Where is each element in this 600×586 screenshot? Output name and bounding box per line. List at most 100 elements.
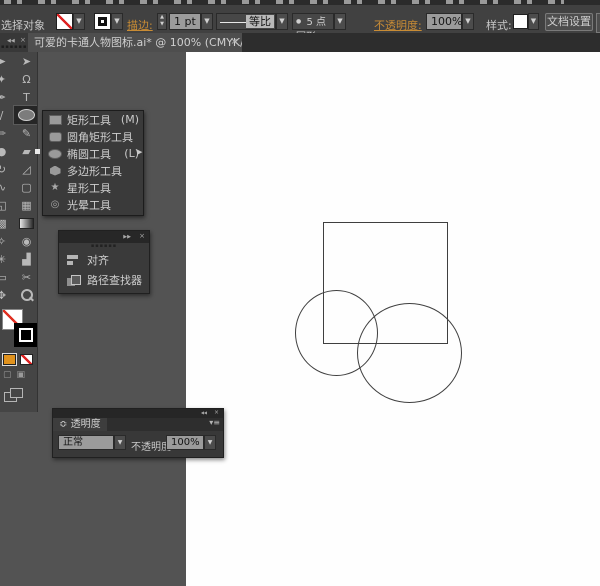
opacity-dropdown-arrow-icon[interactable]: ▼ — [462, 13, 474, 30]
menu-item-rounded-rectangle-tool[interactable]: 圆角矩形工具 — [43, 128, 143, 145]
stroke-weight-dropdown-arrow-icon[interactable]: ▼ — [201, 13, 213, 30]
rotate-tool-icon[interactable]: ↻ — [0, 160, 14, 178]
hand-tool-icon[interactable]: ✥ — [0, 286, 14, 304]
circle-shape-right[interactable] — [357, 303, 462, 403]
panel-opacity-arrow-icon[interactable]: ▼ — [204, 435, 216, 450]
brush-dropdown-arrow-icon[interactable]: ▼ — [334, 13, 346, 30]
pathfinder-panel-button[interactable]: 路径查找器 — [59, 270, 149, 290]
artboard-canvas[interactable] — [186, 52, 600, 586]
stroke-proxy[interactable] — [14, 323, 37, 347]
fill-dropdown-arrow-icon[interactable]: ▼ — [73, 13, 85, 30]
tool-row: ▭✂ — [0, 268, 37, 286]
menu-item-rectangle-tool[interactable]: 矩形工具 (M) — [43, 111, 143, 128]
draw-behind-icon[interactable]: ▣ — [17, 370, 26, 380]
stroke-weight-field[interactable]: 1 pt — [169, 13, 201, 30]
dock-drag-dots[interactable]: ▪▪▪▪▪▪ — [59, 243, 149, 250]
column-graph-tool-icon[interactable]: ▟ — [14, 250, 37, 268]
screen-mode-icon[interactable] — [4, 388, 23, 402]
document-tab-close-icon[interactable]: × — [230, 33, 238, 52]
pathfinder-icon — [67, 274, 81, 286]
magic-wand-tool-icon[interactable]: ✦ — [0, 70, 14, 88]
width-tool-icon[interactable]: ∿ — [0, 178, 14, 196]
transparency-close-icon[interactable]: × — [214, 409, 219, 416]
pen-tool-icon[interactable]: ✒ — [0, 88, 14, 106]
style-dropdown-arrow-icon[interactable]: ▼ — [528, 13, 539, 30]
style-label: 样式: — [486, 19, 512, 32]
flyout-tearoff-arrow-icon: ▶ — [137, 148, 143, 156]
dock-close-icon[interactable]: × — [139, 232, 145, 240]
panel-menu-icon[interactable]: ▾≡ — [209, 418, 220, 427]
mesh-tool-icon[interactable]: ▩ — [0, 214, 14, 232]
transparency-tab[interactable]: ≎ 透明度 — [53, 418, 107, 431]
direct-selection-tool-icon[interactable]: ➤ — [14, 52, 37, 70]
type-tool-icon[interactable]: T — [14, 88, 37, 106]
transparency-collapse-icon[interactable]: ◀◀ — [201, 410, 207, 415]
document-tab[interactable]: 可爱的卡通人物图标.ai* @ 100% (CMYK/预览) × — [28, 33, 242, 52]
line-segment-tool-icon[interactable]: ∕ — [0, 106, 14, 124]
tool-row: ▩ — [0, 214, 37, 232]
shape-builder-tool-icon[interactable]: ◱ — [0, 196, 14, 214]
blend-tool-icon[interactable]: ◉ — [14, 232, 37, 250]
ellipse-tool-icon[interactable] — [13, 105, 37, 125]
width-profile-value: 等比 — [246, 15, 274, 28]
toolbar-close-icon[interactable]: × — [20, 36, 26, 44]
stroke-weight-stepper[interactable]: ▲ ▼ — [157, 13, 167, 30]
stroke-profile-line-icon — [220, 22, 246, 23]
rounded-rectangle-tool-icon — [47, 131, 63, 142]
document-tab-title: 可爱的卡通人物图标.ai* @ 100% (CMYK/预览) — [34, 36, 242, 49]
clipped-edge-button[interactable] — [596, 13, 600, 33]
draw-normal-icon[interactable]: ▢ — [3, 370, 12, 380]
tool-row: ✧◉ — [0, 232, 37, 250]
blob-brush-tool-icon[interactable]: ● — [0, 142, 14, 160]
gradient-tool-icon[interactable] — [14, 214, 37, 232]
slice-tool-icon[interactable]: ✂ — [14, 268, 37, 286]
tool-row: ✥ — [0, 286, 37, 304]
brush-definition-dropdown[interactable]: ● 5 点圆形 — [292, 13, 334, 43]
blend-mode-dropdown[interactable]: 正常 — [58, 435, 114, 450]
dock-expand-icon[interactable]: ▶▶ — [123, 234, 131, 240]
stroke-panel-link[interactable]: 描边: — [127, 17, 153, 33]
star-tool-icon: ★ — [50, 182, 60, 193]
document-setup-button[interactable]: 文档设置 — [545, 13, 593, 31]
style-swatch[interactable] — [513, 14, 528, 29]
artboard-tool-icon[interactable]: ▭ — [0, 268, 14, 286]
menu-item-ellipse-tool[interactable]: 椭圆工具 (L) — [43, 145, 143, 162]
control-bar: 选择对象 ▼ ▼ 描边: ▲ ▼ 1 pt ▼ 等比 ▼ ● 5 点圆形 ▼ 不… — [0, 5, 600, 43]
opacity-field[interactable]: 100% — [426, 13, 462, 30]
tool-row: ✏✎ — [0, 124, 37, 142]
none-button[interactable] — [20, 354, 33, 365]
tool-row: ●▰ — [0, 142, 37, 160]
lasso-tool-icon[interactable]: Ω — [14, 70, 37, 88]
color-button[interactable] — [2, 353, 17, 366]
menu-item-flare-tool[interactable]: ◎ 光晕工具 — [43, 196, 143, 213]
selection-tool-icon[interactable]: ➤ — [0, 52, 14, 70]
menu-item-polygon-tool[interactable]: 多边形工具 — [43, 162, 143, 179]
stroke-color-swatch[interactable] — [94, 13, 111, 30]
zoom-tool-icon[interactable] — [14, 286, 37, 304]
tool-row: ➤➤ — [0, 52, 37, 70]
width-profile-dropdown[interactable]: 等比 — [216, 13, 276, 30]
fill-color-swatch[interactable] — [56, 13, 73, 30]
paintbrush-tool-icon[interactable]: ✏ — [0, 124, 14, 142]
color-mode-buttons — [2, 353, 37, 366]
align-panel-button[interactable]: 对齐 — [59, 250, 149, 270]
eyedropper-tool-icon[interactable]: ✧ — [0, 232, 14, 250]
scale-tool-icon[interactable]: ◿ — [14, 160, 37, 178]
stroke-dropdown-arrow-icon[interactable]: ▼ — [111, 13, 123, 30]
stepper-up-icon[interactable]: ▲ — [160, 14, 164, 20]
pencil-tool-icon[interactable]: ✎ — [14, 124, 37, 142]
free-transform-tool-icon[interactable]: ▢ — [14, 178, 37, 196]
menu-item-star-tool[interactable]: ★ 星形工具 — [43, 179, 143, 196]
tool-row: ∿▢ — [0, 178, 37, 196]
toolbar-drag-dots[interactable]: ▪▪▪▪▪▪ — [1, 44, 27, 50]
symbol-sprayer-tool-icon[interactable]: ✳ — [0, 250, 14, 268]
opacity-panel-link[interactable]: 不透明度: — [374, 17, 422, 33]
transparency-panel: ◀◀ × ≎ 透明度 ▾≡ 正常 ▼ 不透明度: 100% ▼ — [52, 408, 224, 458]
perspective-grid-tool-icon[interactable]: ▦ — [14, 196, 37, 214]
width-profile-dropdown-arrow-icon[interactable]: ▼ — [276, 13, 288, 30]
blend-mode-arrow-icon[interactable]: ▼ — [114, 435, 126, 450]
shape-tools-flyout-menu: 矩形工具 (M) 圆角矩形工具 椭圆工具 (L) 多边形工具 ★ 星形工具 ◎ … — [42, 110, 144, 216]
panel-opacity-field[interactable]: 100% — [166, 435, 204, 450]
tool-row: ↻◿ — [0, 160, 37, 178]
stepper-down-icon[interactable]: ▼ — [160, 21, 164, 27]
